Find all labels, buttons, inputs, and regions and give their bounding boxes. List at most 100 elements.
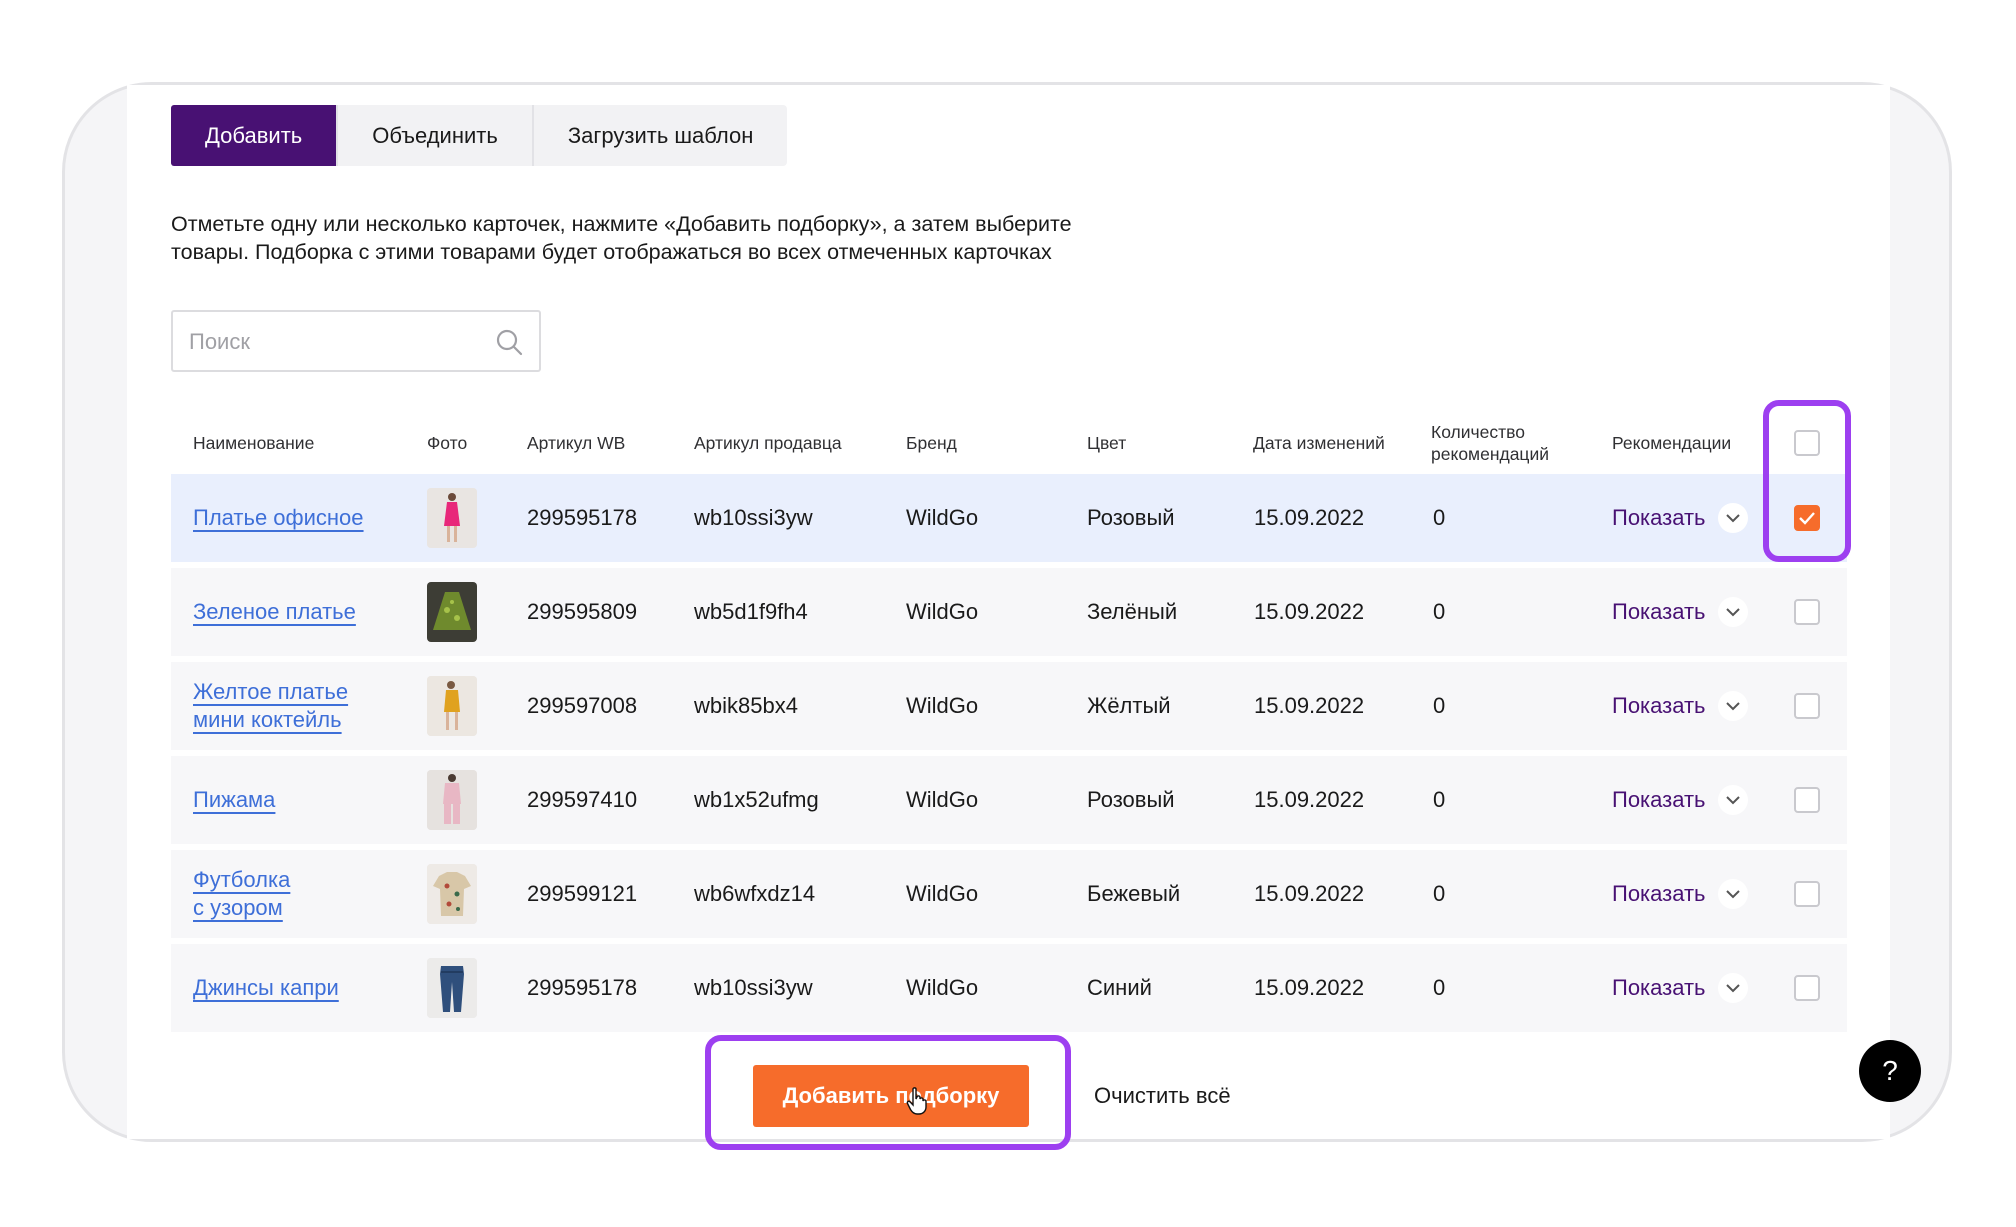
show-recommendations-link[interactable]: Показать [1612,975,1706,1001]
photo-cell [427,662,477,750]
product-name-link[interactable]: Зеленое платье [193,598,356,626]
pink-dress-photo[interactable] [427,488,477,548]
name-cell: Желтое платье мини коктейль [193,662,348,750]
header-seller-article: Артикул продавца [694,433,842,453]
chevron-down-icon[interactable] [1717,691,1748,721]
seller-article: wbik85bx4 [694,693,798,718]
photo-cell [427,850,477,938]
recommendations-cell: Показать [1612,662,1748,750]
brand: WildGo [906,693,979,718]
color: Синий [1087,975,1152,1000]
recommendation-count: 0 [1433,787,1446,812]
hand-cursor-icon [906,1087,927,1115]
show-recommendations-link[interactable]: Показать [1612,881,1706,907]
recommendations-cell: Показать [1612,756,1748,844]
color: Бежевый [1087,881,1181,906]
chevron-down-icon[interactable] [1717,973,1748,1003]
jeans-photo[interactable] [427,958,477,1018]
yellow-dress-photo[interactable] [427,676,477,736]
table-row[interactable]: Джинсы капри 299595178 wb10ssi3yw WildGo… [171,944,1847,1032]
instructions-text: Отметьте одну или несколько карточек, на… [171,210,1171,266]
product-name-link[interactable]: Джинсы капри [193,974,339,1002]
date: 15.09.2022 [1254,693,1365,718]
seller-article: wb5d1f9fh4 [694,599,808,624]
product-name-link[interactable]: Пижама [193,786,275,814]
table-row[interactable]: Зеленое платье 299595809 wb5d1f9fh4 Wild… [171,568,1847,656]
seller-article: wb10ssi3yw [694,975,813,1000]
row-checkbox[interactable] [1794,787,1820,813]
header-date: Дата изменений [1253,433,1385,453]
photo-cell [427,568,477,656]
product-name-link-line-2[interactable]: мини коктейль [193,706,342,734]
seller-article: wb10ssi3yw [694,505,813,530]
table-row[interactable]: Платье офисное 299595178 wb10ssi3yw Wild… [171,474,1847,562]
chevron-down-icon[interactable] [1717,879,1748,909]
name-cell: Платье офисное [193,474,364,562]
header-count-line-1: Количество [1431,422,1525,442]
wb-article: 299597410 [527,787,638,812]
date: 15.09.2022 [1254,787,1365,812]
clear-all-button[interactable]: Очистить всё [1094,1083,1231,1109]
checkbox-cell [1794,662,1820,750]
help-button[interactable]: ? [1859,1040,1921,1102]
date: 15.09.2022 [1254,505,1365,530]
header-color: Цвет [1087,433,1127,453]
search-input[interactable] [187,324,491,360]
header-wb-article: Артикул WB [527,433,626,453]
show-recommendations-link[interactable]: Показать [1612,693,1706,719]
table-row[interactable]: Желтое платье мини коктейль 299597008 wb… [171,662,1847,750]
tab-merge[interactable]: Объединить [336,105,532,166]
recommendations-cell: Показать [1612,568,1748,656]
tab-bar: Добавить Объединить Загрузить шаблон [171,105,788,166]
recommendations-cell: Показать [1612,850,1748,938]
recommendation-count: 0 [1433,975,1446,1000]
checkbox-cell [1794,944,1820,1032]
brand: WildGo [906,975,979,1000]
checkbox-cell [1794,568,1820,656]
instructions-line-1: Отметьте одну или несколько карточек, на… [171,212,1072,236]
color: Розовый [1087,787,1175,812]
show-recommendations-link[interactable]: Показать [1612,599,1706,625]
brand: WildGo [906,881,979,906]
table-row[interactable]: Футболка с узором 299599121 wb6wfxdz14 W… [171,850,1847,938]
photo-cell [427,944,477,1032]
chevron-down-icon[interactable] [1717,503,1748,533]
header-brand: Бренд [906,433,957,453]
header-count: Количество рекомендаций [1431,420,1549,466]
row-checkbox[interactable] [1794,975,1820,1001]
show-recommendations-link[interactable]: Показать [1612,505,1706,531]
wb-article: 299599121 [527,881,638,906]
checkbox-cell [1794,850,1820,938]
add-collection-button[interactable]: Добавить подборку [753,1065,1029,1127]
chevron-down-icon[interactable] [1717,597,1748,627]
row-checkbox[interactable] [1794,599,1820,625]
header-photo: Фото [427,433,468,453]
green-dress-photo[interactable] [427,582,477,642]
tab-upload-template[interactable]: Загрузить шаблон [531,105,788,166]
brand: WildGo [906,599,979,624]
pajamas-photo[interactable] [427,770,477,830]
tshirt-photo[interactable] [427,864,477,924]
table-row[interactable]: Пижама 299597410 wb1x52ufmg WildGo Розов… [171,756,1847,844]
tab-add[interactable]: Добавить [171,105,337,166]
photo-cell [427,756,477,844]
color: Зелёный [1087,599,1178,624]
product-name-link[interactable]: Платье офисное [193,504,364,532]
wb-article: 299597008 [527,693,638,718]
search-icon[interactable] [495,328,523,356]
instructions-line-2: товары. Подборка с этими товарами будет … [171,240,1052,264]
product-name-link-line-2[interactable]: с узором [193,894,283,922]
brand: WildGo [906,505,979,530]
header-count-line-2: рекомендаций [1431,444,1549,464]
name-cell: Футболка с узором [193,850,290,938]
show-recommendations-link[interactable]: Показать [1612,787,1706,813]
product-name-link[interactable]: Желтое платье [193,678,348,706]
row-checkbox[interactable] [1794,881,1820,907]
product-name-link[interactable]: Футболка [193,866,290,894]
name-cell: Зеленое платье [193,568,356,656]
recommendation-count: 0 [1433,881,1446,906]
checkbox-cell [1794,756,1820,844]
row-checkbox[interactable] [1794,693,1820,719]
chevron-down-icon[interactable] [1717,785,1748,815]
recommendation-count: 0 [1433,505,1446,530]
